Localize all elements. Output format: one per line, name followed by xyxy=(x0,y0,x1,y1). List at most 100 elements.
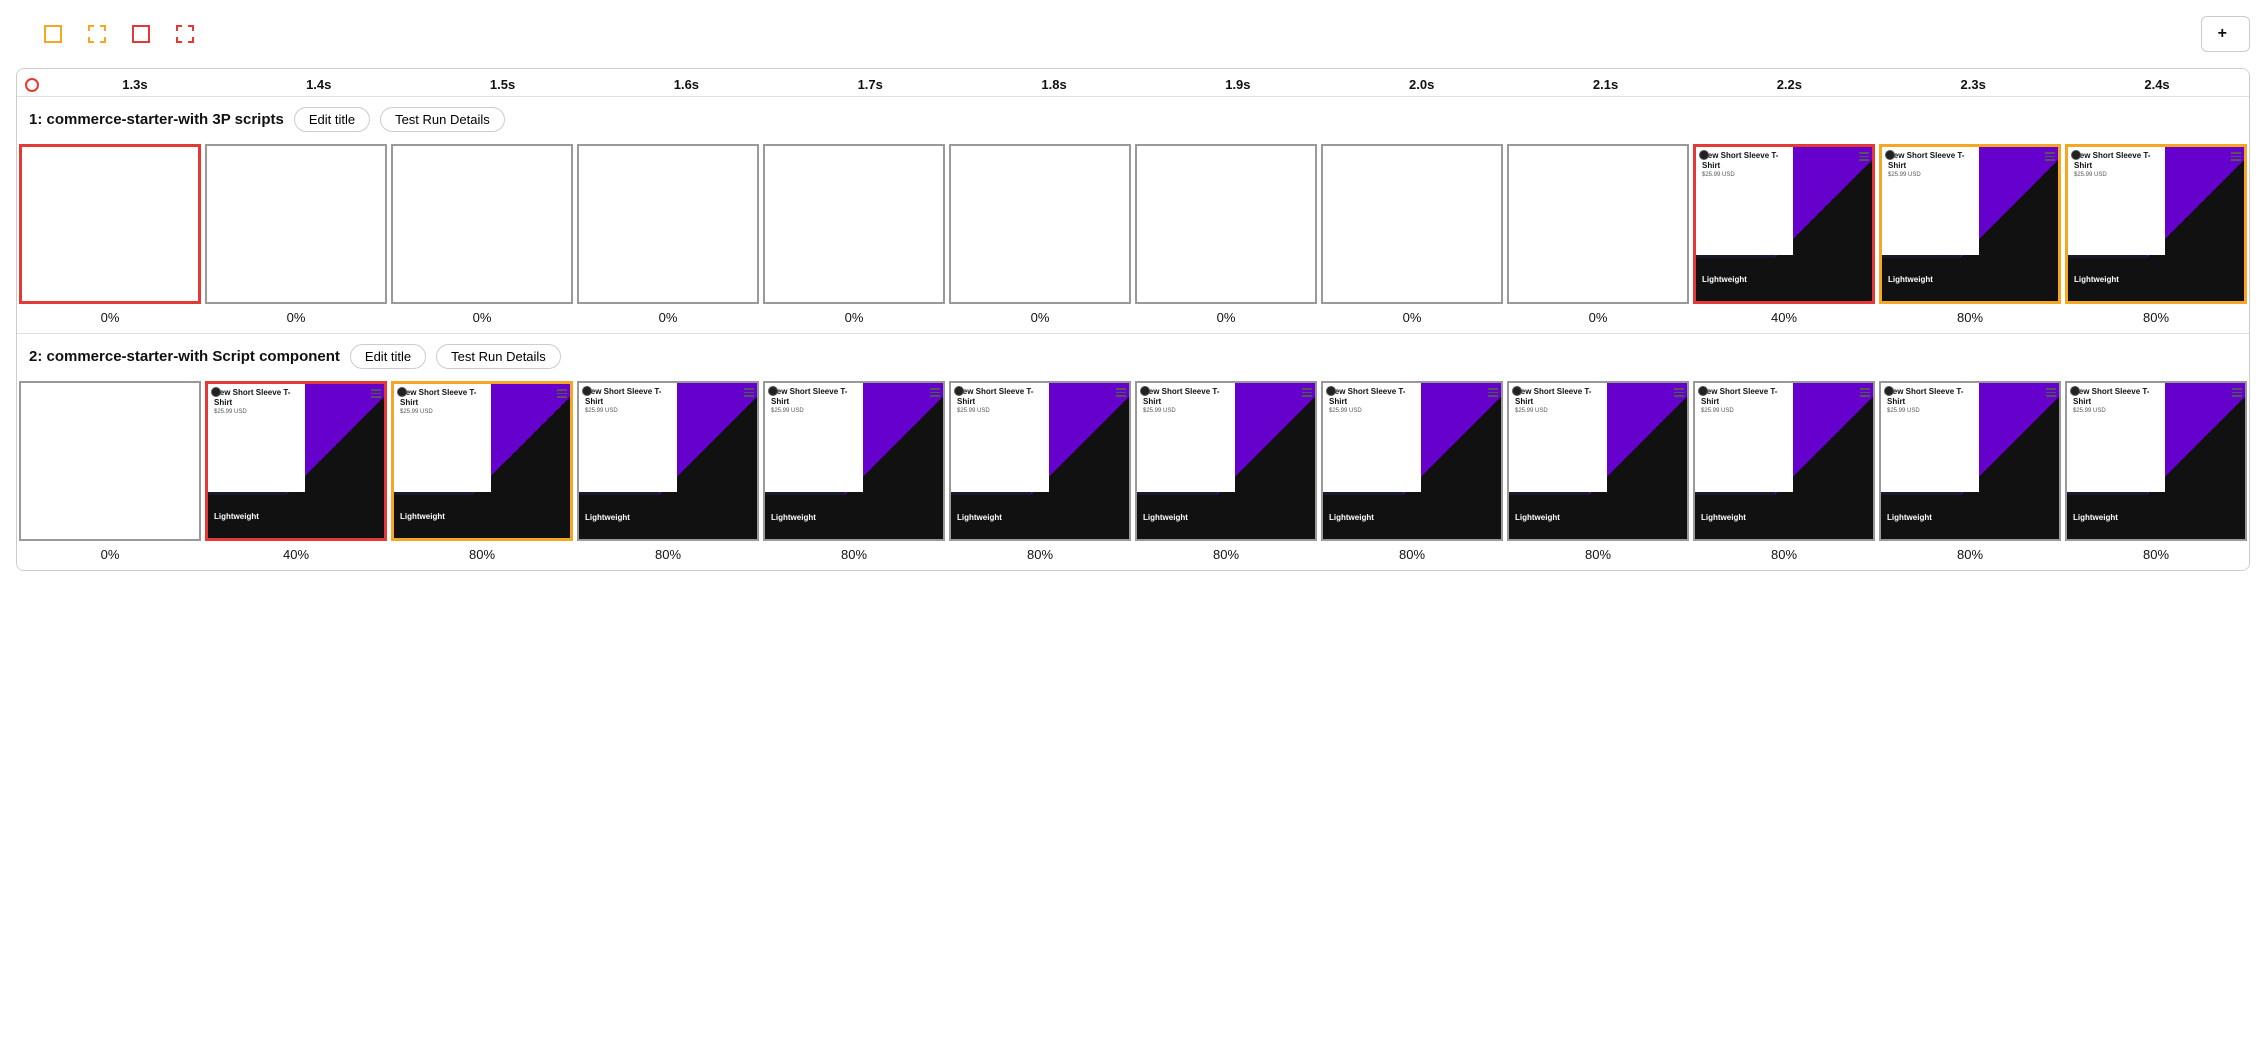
legend-box-red-dashed xyxy=(176,25,194,43)
frame-wrapper-2-2[interactable]: New Short Sleeve T-Shirt $25.99 USD Ligh… xyxy=(391,381,573,541)
frame-cell-1-7 xyxy=(1319,142,1505,306)
frame-wrapper-1-6[interactable] xyxy=(1135,144,1317,304)
frame-wrapper-2-9[interactable]: New Short Sleeve T-Shirt $25.99 USD Ligh… xyxy=(1693,381,1875,541)
frame-cell-2-11: New Short Sleeve T-Shirt $25.99 USD Ligh… xyxy=(2063,379,2249,543)
frame-wrapper-1-5[interactable] xyxy=(949,144,1131,304)
frame-wrapper-1-3[interactable] xyxy=(577,144,759,304)
frame-cell-1-0 xyxy=(17,142,203,306)
legend-bar: + xyxy=(16,16,2250,52)
pct-cell-1-10: 80% xyxy=(1877,310,2063,325)
legend-item-visual-change xyxy=(44,25,68,43)
filmstrip-container: 1.3s1.4s1.5s1.6s1.7s1.8s1.9s2.0s2.1s2.2s… xyxy=(16,68,2250,571)
frame-wrapper-2-3[interactable]: New Short Sleeve T-Shirt $25.99 USD Ligh… xyxy=(577,381,759,541)
pct-cell-1-5: 0% xyxy=(947,310,1133,325)
frame-wrapper-1-8[interactable] xyxy=(1507,144,1689,304)
pct-cell-2-5: 80% xyxy=(947,547,1133,562)
adjust-filmstrip-button[interactable]: + xyxy=(2201,16,2250,52)
frame-cell-1-11: New Short Sleeve T-Shirt $25.99 USD Ligh… xyxy=(2063,142,2249,306)
pct-cell-1-9: 40% xyxy=(1691,310,1877,325)
frame-wrapper-2-11[interactable]: New Short Sleeve T-Shirt $25.99 USD Ligh… xyxy=(2065,381,2247,541)
section-header-2: 2: commerce-starter-with Script componen… xyxy=(17,334,2249,379)
section-title-1: 1: commerce-starter-with 3P scripts xyxy=(29,111,284,128)
pct-cell-1-11: 80% xyxy=(2063,310,2249,325)
frame-cell-2-8: New Short Sleeve T-Shirt $25.99 USD Ligh… xyxy=(1505,379,1691,543)
frame-cell-1-10: New Short Sleeve T-Shirt $25.99 USD Ligh… xyxy=(1877,142,2063,306)
frame-wrapper-1-2[interactable] xyxy=(391,144,573,304)
timeline-label-2.4s: 2.4s xyxy=(2065,77,2249,92)
timeline-label-2.2s: 2.2s xyxy=(1697,77,1881,92)
percentages-row-2: 0%40%80%80%80%80%80%80%80%80%80%80% xyxy=(17,543,2249,570)
frame-cell-2-5: New Short Sleeve T-Shirt $25.99 USD Ligh… xyxy=(947,379,1133,543)
frame-wrapper-2-6[interactable]: New Short Sleeve T-Shirt $25.99 USD Ligh… xyxy=(1135,381,1317,541)
edit-title-button-2[interactable]: Edit title xyxy=(350,344,426,369)
frame-wrapper-1-7[interactable] xyxy=(1321,144,1503,304)
timeline-label-2.0s: 2.0s xyxy=(1330,77,1514,92)
sections-container: 1: commerce-starter-with 3P scripts Edit … xyxy=(17,97,2249,570)
frame-cell-2-4: New Short Sleeve T-Shirt $25.99 USD Ligh… xyxy=(761,379,947,543)
frame-wrapper-2-5[interactable]: New Short Sleeve T-Shirt $25.99 USD Ligh… xyxy=(949,381,1131,541)
timeline-label-1.4s: 1.4s xyxy=(227,77,411,92)
pct-cell-1-7: 0% xyxy=(1319,310,1505,325)
section-1: 1: commerce-starter-with 3P scripts Edit … xyxy=(17,97,2249,334)
frame-cell-2-7: New Short Sleeve T-Shirt $25.99 USD Ligh… xyxy=(1319,379,1505,543)
frame-cell-2-9: New Short Sleeve T-Shirt $25.99 USD Ligh… xyxy=(1691,379,1877,543)
legend-box-yellow-dashed xyxy=(88,25,106,43)
frame-wrapper-2-0[interactable] xyxy=(19,381,201,541)
frame-wrapper-2-4[interactable]: New Short Sleeve T-Shirt $25.99 USD Ligh… xyxy=(763,381,945,541)
frame-wrapper-2-10[interactable]: New Short Sleeve T-Shirt $25.99 USD Ligh… xyxy=(1879,381,2061,541)
timeline-label-1.9s: 1.9s xyxy=(1146,77,1330,92)
frame-cell-2-2: New Short Sleeve T-Shirt $25.99 USD Ligh… xyxy=(389,379,575,543)
legend-box-red xyxy=(132,25,150,43)
frame-wrapper-1-4[interactable] xyxy=(763,144,945,304)
pct-cell-2-4: 80% xyxy=(761,547,947,562)
timeline-label-2.3s: 2.3s xyxy=(1881,77,2065,92)
frame-wrapper-2-1[interactable]: New Short Sleeve T-Shirt $25.99 USD Ligh… xyxy=(205,381,387,541)
timeline-label-1.8s: 1.8s xyxy=(962,77,1146,92)
pct-cell-1-3: 0% xyxy=(575,310,761,325)
pct-cell-1-6: 0% xyxy=(1133,310,1319,325)
pct-cell-2-8: 80% xyxy=(1505,547,1691,562)
pct-cell-1-2: 0% xyxy=(389,310,575,325)
pct-cell-2-10: 80% xyxy=(1877,547,2063,562)
pct-cell-2-2: 80% xyxy=(389,547,575,562)
legend-item-lcp xyxy=(132,25,156,43)
pct-cell-2-0: 0% xyxy=(17,547,203,562)
pct-cell-1-1: 0% xyxy=(203,310,389,325)
percentages-row-1: 0%0%0%0%0%0%0%0%0%40%80%80% xyxy=(17,306,2249,333)
timeline-label-1.6s: 1.6s xyxy=(594,77,778,92)
timeline-labels: 1.3s1.4s1.5s1.6s1.7s1.8s1.9s2.0s2.1s2.2s… xyxy=(39,77,2249,92)
timeline-label-1.3s: 1.3s xyxy=(43,77,227,92)
frame-cell-2-1: New Short Sleeve T-Shirt $25.99 USD Ligh… xyxy=(203,379,389,543)
pct-cell-2-11: 80% xyxy=(2063,547,2249,562)
frame-wrapper-2-7[interactable]: New Short Sleeve T-Shirt $25.99 USD Ligh… xyxy=(1321,381,1503,541)
frame-cell-1-4 xyxy=(761,142,947,306)
legend-box-yellow xyxy=(44,25,62,43)
frame-wrapper-1-9[interactable]: New Short Sleeve T-Shirt $25.99 USD Ligh… xyxy=(1693,144,1875,304)
pct-cell-2-9: 80% xyxy=(1691,547,1877,562)
frame-cell-2-3: New Short Sleeve T-Shirt $25.99 USD Ligh… xyxy=(575,379,761,543)
frame-wrapper-1-0[interactable] xyxy=(19,144,201,304)
pct-cell-2-6: 80% xyxy=(1133,547,1319,562)
legend-item-visual-change-layout-shift xyxy=(88,25,112,43)
frame-wrapper-1-11[interactable]: New Short Sleeve T-Shirt $25.99 USD Ligh… xyxy=(2065,144,2247,304)
edit-title-button-1[interactable]: Edit title xyxy=(294,107,370,132)
timeline-label-2.1s: 2.1s xyxy=(1514,77,1698,92)
frame-cell-1-6 xyxy=(1133,142,1319,306)
frame-wrapper-2-8[interactable]: New Short Sleeve T-Shirt $25.99 USD Ligh… xyxy=(1507,381,1689,541)
frame-cell-1-2 xyxy=(389,142,575,306)
frames-row-1: New Short Sleeve T-Shirt $25.99 USD Ligh… xyxy=(17,142,2249,306)
section-2: 2: commerce-starter-with Script componen… xyxy=(17,334,2249,570)
frame-cell-1-8 xyxy=(1505,142,1691,306)
timeline-dot xyxy=(25,78,39,92)
frame-wrapper-1-1[interactable] xyxy=(205,144,387,304)
frame-cell-1-9: New Short Sleeve T-Shirt $25.99 USD Ligh… xyxy=(1691,142,1877,306)
section-header-1: 1: commerce-starter-with 3P scripts Edit … xyxy=(17,97,2249,142)
frame-cell-2-0 xyxy=(17,379,203,543)
test-run-details-button-2[interactable]: Test Run Details xyxy=(436,344,561,369)
timeline-label-1.7s: 1.7s xyxy=(778,77,962,92)
frame-cell-1-3 xyxy=(575,142,761,306)
pct-cell-2-1: 40% xyxy=(203,547,389,562)
frame-wrapper-1-10[interactable]: New Short Sleeve T-Shirt $25.99 USD Ligh… xyxy=(1879,144,2061,304)
frame-cell-2-10: New Short Sleeve T-Shirt $25.99 USD Ligh… xyxy=(1877,379,2063,543)
test-run-details-button-1[interactable]: Test Run Details xyxy=(380,107,505,132)
